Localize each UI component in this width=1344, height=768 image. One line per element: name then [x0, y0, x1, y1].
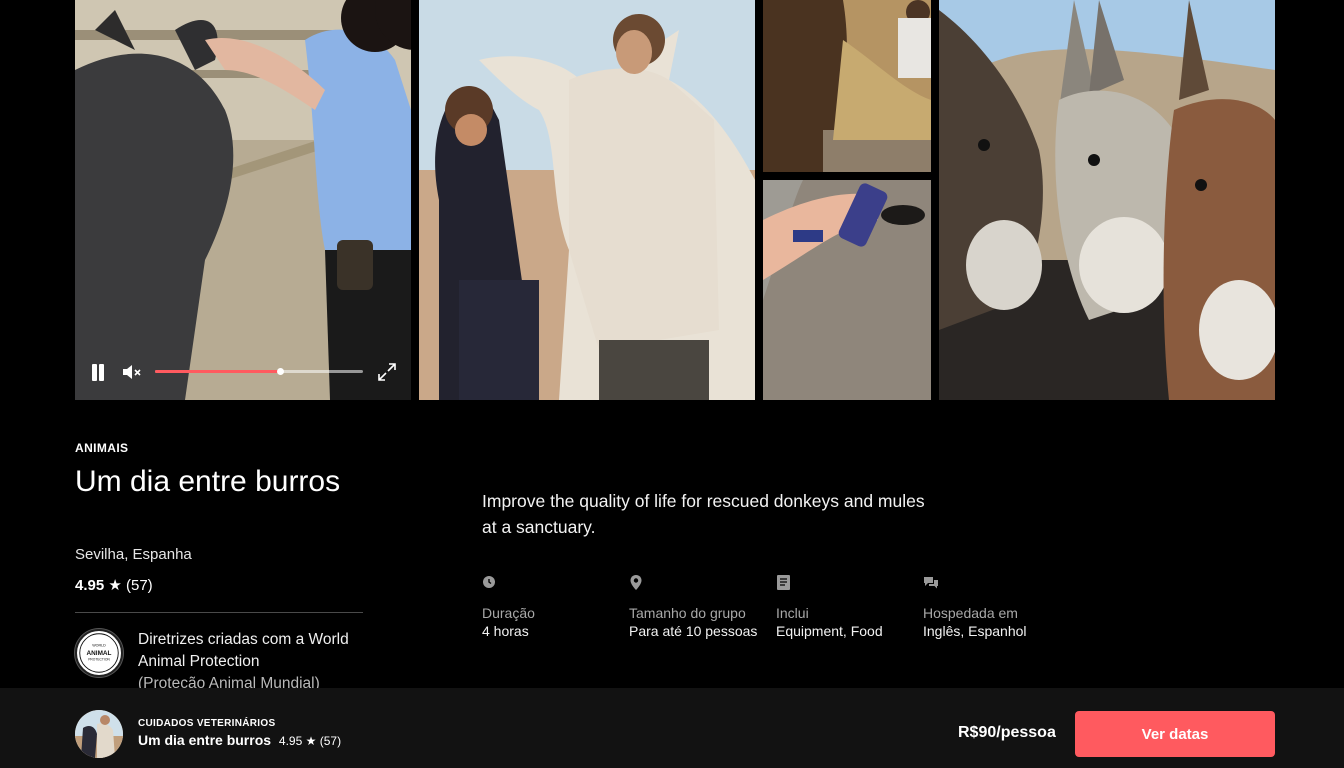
booking-bar: CUIDADOS VETERINÁRIOS Um dia entre burro…: [0, 688, 1344, 768]
svg-text:ANIMAL: ANIMAL: [87, 650, 112, 657]
photo-volunteers-with-donkey[interactable]: [419, 0, 755, 400]
bar-rating: 4.95 ★ (57): [278, 734, 342, 748]
fact-value: Equipment, Food: [776, 623, 883, 639]
bar-category-label: CUIDADOS VETERINÁRIOS: [138, 718, 276, 729]
bar-experience-summary: Um dia entre burros 4.95 ★ (57): [138, 732, 341, 748]
mute-icon[interactable]: [121, 362, 143, 382]
see-dates-button[interactable]: Ver datas: [1075, 711, 1275, 757]
star-icon: ★: [108, 577, 122, 594]
bar-title: Um dia entre burros: [138, 732, 272, 748]
video-progress-bar[interactable]: [155, 368, 363, 375]
video-controls: [75, 344, 411, 400]
partner-text: Diretrizes criadas com a World Animal Pr…: [138, 631, 349, 670]
list-icon: [777, 575, 790, 590]
section-divider: [75, 612, 363, 613]
fact-value: 4 horas: [482, 623, 529, 639]
photo-gallery: [75, 0, 1275, 400]
photo-feeding-hay[interactable]: [763, 0, 931, 172]
price-per-person: R$90/pessoa: [958, 724, 1056, 741]
photo-brushing-donkey[interactable]: [763, 180, 931, 400]
experience-rating[interactable]: 4.95 ★ (57): [75, 576, 153, 594]
video-progress-fill: [155, 370, 280, 373]
clock-icon: [483, 576, 495, 588]
fact-duration: Duração 4 horas: [482, 574, 622, 640]
fact-languages: Hospedada em Inglês, Espanhol: [923, 574, 1063, 640]
location-pin-icon: [630, 575, 642, 590]
chat-icon: [924, 577, 938, 589]
fact-value: Para até 10 pessoas: [629, 623, 758, 639]
partner-guidelines: Diretrizes criadas com a World Animal Pr…: [138, 629, 368, 695]
category-label: ANIMAIS: [75, 441, 129, 455]
review-count: (57): [126, 577, 153, 594]
fact-value: Inglês, Espanhol: [923, 623, 1027, 639]
pause-icon: [92, 364, 97, 381]
experience-description: Improve the quality of life for rescued …: [482, 491, 925, 537]
fact-includes: Inclui Equipment, Food: [776, 574, 916, 640]
svg-text:WORLD: WORLD: [92, 644, 106, 648]
video-frame-image: [75, 0, 411, 400]
fact-label: Tamanho do grupo: [629, 605, 746, 621]
svg-text:PROTECTION: PROTECTION: [88, 657, 110, 661]
fullscreen-icon[interactable]: [377, 362, 397, 382]
fact-label: Inclui: [776, 605, 809, 621]
photo-donkeys-closeup[interactable]: [939, 0, 1275, 400]
fact-label: Duração: [482, 605, 535, 621]
rating-value: 4.95: [75, 577, 105, 594]
video-player[interactable]: [75, 0, 411, 400]
fact-group-size: Tamanho do grupo Para até 10 pessoas: [629, 574, 769, 640]
world-animal-protection-logo: WORLD ANIMAL PROTECTION: [75, 629, 123, 677]
video-progress-knob[interactable]: [276, 368, 284, 375]
star-icon: ★: [305, 734, 317, 748]
experience-location: Sevilha, Espanha: [75, 546, 192, 563]
pause-button[interactable]: [89, 364, 107, 382]
experience-thumbnail: [75, 710, 123, 758]
fact-label: Hospedada em: [923, 605, 1018, 621]
experience-title: Um dia entre burros: [75, 465, 341, 498]
